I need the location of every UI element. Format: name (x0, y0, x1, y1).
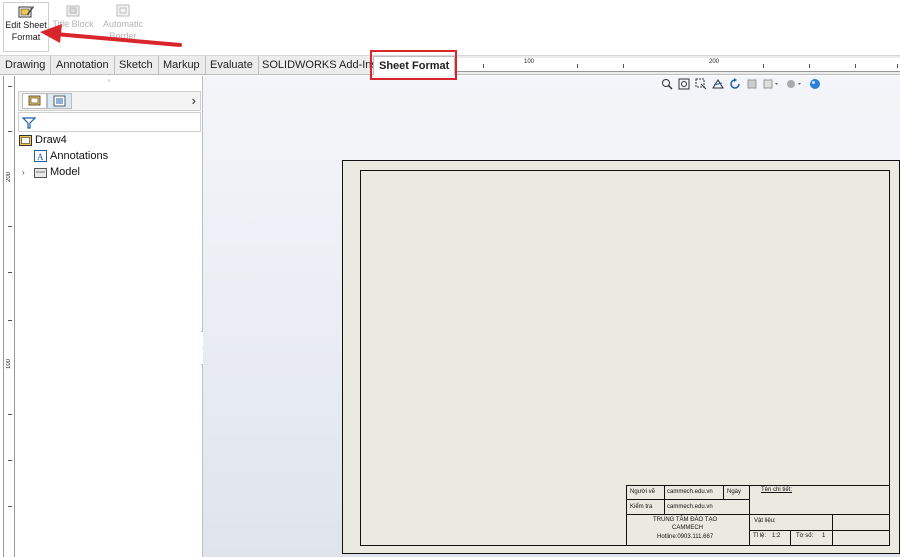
highlight-box-sheet-format-tab (370, 50, 457, 80)
drawing-icon (19, 134, 32, 146)
title-block-icon (66, 5, 80, 17)
hide-show-items-icon[interactable] (763, 78, 781, 90)
ti-le-label: Tỉ lệ: (753, 533, 767, 539)
tab-annotation[interactable]: Annotation (51, 56, 115, 75)
edit-sheet-format-icon (18, 6, 34, 18)
tree-item-model[interactable]: › Model (22, 166, 80, 178)
command-manager-ribbon: Edit Sheet Format Title Block Automatic … (0, 0, 900, 56)
previous-view-icon[interactable] (695, 78, 707, 90)
ten-chi-tiet-label: Tên chi tiết: (761, 487, 793, 493)
feature-manager-tab[interactable] (22, 93, 47, 109)
org-line-2: CAMMECH (672, 525, 703, 531)
model-icon (34, 167, 47, 178)
section-view-icon[interactable] (712, 78, 724, 90)
svg-text:A: A (37, 152, 44, 162)
ngay-label: Ngày (727, 489, 742, 495)
tree-item-annotations-label: Annotations (50, 150, 109, 162)
solidworks-window: Edit Sheet Format Title Block Automatic … (0, 0, 900, 557)
property-manager-icon (53, 95, 66, 107)
feature-manager-icon (28, 95, 41, 106)
tree-item-annotations[interactable]: A Annotations (34, 150, 108, 162)
property-manager-tab[interactable] (47, 93, 72, 109)
panel-tabs: › (18, 91, 201, 111)
chevron-right-icon[interactable]: › (192, 93, 196, 109)
edit-sheet-format-label-1: Edit Sheet (5, 20, 47, 30)
filter-icon (22, 117, 36, 129)
to-so-value: 1 (822, 533, 826, 539)
zoom-to-area-icon[interactable] (678, 78, 690, 90)
nguoi-ve-label: Người vẽ (630, 489, 655, 495)
tree-root-label: Draw4 (35, 134, 67, 146)
title-block-button[interactable]: Title Block (50, 2, 96, 52)
edit-sheet-format-button[interactable]: Edit Sheet Format (3, 2, 49, 52)
vertical-ruler: 200 100 (3, 76, 15, 557)
automatic-border-icon (116, 4, 130, 17)
rotate-view-icon[interactable] (729, 78, 741, 90)
edit-appearance-icon[interactable] (786, 78, 804, 90)
to-so-label: Tờ số: (796, 533, 814, 539)
org-line-3: Hotline:0903.111.667 (657, 534, 714, 540)
apply-scene-icon[interactable] (809, 78, 821, 90)
tab-evaluate[interactable]: Evaluate (205, 56, 259, 75)
tab-sketch[interactable]: Sketch (114, 56, 159, 75)
ruler-label-200-v: 200 (6, 172, 12, 183)
org-line-1: TRUNG TÂM ĐÀO TẠO (653, 517, 718, 523)
automatic-border-button[interactable]: Automatic Border (100, 2, 146, 52)
feature-manager-panel: ◦ › Draw4 A Annotations › Model (16, 76, 203, 557)
tree-root-draw4[interactable]: Draw4 (19, 134, 67, 146)
ti-le-value: 1:2 (772, 533, 781, 539)
tab-drawing[interactable]: Drawing (0, 56, 52, 75)
ruler-label-200: 200 (709, 59, 720, 65)
edit-sheet-format-label-2: Format (11, 32, 41, 42)
display-style-icon[interactable] (746, 78, 758, 90)
automatic-border-label-1: Automatic (102, 19, 144, 29)
vat-lieu-label: Vật liệu: (754, 518, 776, 524)
sheet-border (360, 170, 890, 546)
kiem-tra-value: cammech.edu.vn (667, 504, 713, 510)
heads-up-view-toolbar (661, 76, 821, 92)
kiem-tra-label: Kiểm tra (630, 504, 653, 510)
automatic-border-label-2: Border (109, 31, 137, 41)
tree-item-model-label: Model (50, 166, 80, 178)
ruler-label-100: 100 (524, 59, 535, 65)
ruler-label-100-v: 100 (6, 359, 12, 370)
tab-solidworks-add-ins[interactable]: SOLIDWORKS Add-Ins (257, 56, 383, 75)
expand-arrow-icon[interactable]: › (22, 168, 31, 177)
tab-markup[interactable]: Markup (158, 56, 206, 75)
title-block-label: Title Block (52, 19, 94, 29)
tree-filter[interactable] (18, 112, 201, 132)
zoom-to-fit-icon[interactable] (661, 78, 673, 90)
horizontal-ruler: 100 200 (457, 58, 900, 72)
nguoi-ve-value: cammech.edu.vn (667, 489, 713, 495)
panel-grip[interactable]: ◦ (16, 76, 202, 89)
annotations-icon: A (34, 150, 47, 162)
